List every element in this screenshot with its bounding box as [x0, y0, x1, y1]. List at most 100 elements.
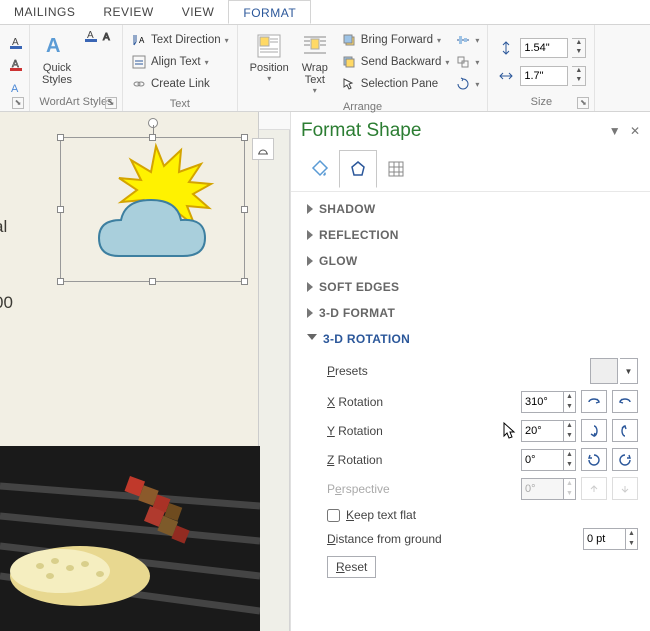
bring-forward-button[interactable]: Bring Forward ▾ — [341, 30, 450, 50]
keep-text-flat-checkbox[interactable] — [327, 509, 340, 522]
keep-text-flat-label: Keep text flat — [346, 508, 416, 522]
x-rotation-spinner[interactable]: ▲▼ — [563, 392, 575, 412]
text-direction-button[interactable]: AText Direction▾ — [131, 30, 229, 50]
group-size-label: Size — [531, 96, 552, 108]
create-link-button[interactable]: Create Link — [131, 74, 229, 94]
text-fill-small-icon[interactable]: A — [84, 30, 98, 47]
align-text-button[interactable]: Align Text▾ — [131, 52, 229, 72]
soft-edges-label: SOFT EDGES — [319, 280, 399, 294]
rotate-objects-button[interactable]: ▾ — [455, 74, 479, 94]
svg-text:A: A — [87, 30, 94, 41]
shadow-label: SHADOW — [319, 202, 375, 216]
size-expand-icon[interactable]: ⬊ — [577, 97, 589, 109]
z-rotation-spinner[interactable]: ▲▼ — [563, 450, 575, 470]
text-effects-button[interactable]: A — [8, 78, 24, 98]
group-wordart-styles-label: WordArt Styles — [39, 96, 112, 108]
tab-mailings[interactable]: MAILINGS — [0, 0, 89, 24]
layout-options-button[interactable] — [252, 138, 274, 160]
text-outline-small-icon[interactable]: A — [100, 30, 114, 47]
y-rotation-label: Y Rotation — [327, 424, 516, 438]
format-shape-pane: Format Shape ▼ ✕ SHADOW REFLECTION GLOW … — [290, 112, 650, 631]
pane-close-button[interactable]: ✕ — [630, 124, 640, 138]
tab-view[interactable]: VIEW — [168, 0, 229, 24]
ribbon: A A A ⬊ A Quick Styles A A WordArt Style… — [0, 25, 650, 112]
group-wordart-label: ⬊ — [6, 106, 23, 111]
send-backward-label: Send Backward — [361, 56, 442, 68]
z-rotate-cw-button[interactable] — [612, 448, 638, 471]
perspective-input — [522, 479, 563, 499]
document-image — [0, 446, 260, 631]
height-icon — [496, 39, 516, 57]
tab-review[interactable]: REVIEW — [89, 0, 167, 24]
wrap-text-label: Wrap Text — [302, 62, 328, 86]
selection-pane-button[interactable]: Selection Pane — [341, 74, 450, 94]
svg-text:A: A — [12, 59, 19, 70]
z-rotate-ccw-button[interactable] — [581, 448, 607, 471]
quick-styles-label: Quick Styles — [42, 62, 72, 86]
section-soft-edges[interactable]: SOFT EDGES — [307, 280, 644, 294]
y-rotate-up-button[interactable] — [581, 419, 607, 442]
3d-format-label: 3-D FORMAT — [319, 306, 395, 320]
document-canvas[interactable]: 5 6 7 r al 00 — [0, 112, 290, 631]
width-spinner[interactable]: ▲▼ — [572, 66, 586, 86]
distance-label: Distance from ground — [327, 532, 578, 546]
quick-styles-button[interactable]: A Quick Styles — [36, 28, 78, 90]
width-icon — [496, 67, 516, 85]
sun-cloud-icon — [61, 138, 246, 283]
perspective-down-button — [612, 477, 638, 500]
distance-spinner[interactable]: ▲▼ — [625, 529, 637, 549]
tab-format[interactable]: FORMAT — [228, 0, 311, 24]
selection-pane-label: Selection Pane — [361, 78, 438, 90]
section-reflection[interactable]: REFLECTION — [307, 228, 644, 242]
svg-text:A: A — [11, 83, 19, 95]
x-rotation-label: X Rotation — [327, 395, 516, 409]
distance-input[interactable] — [584, 529, 625, 549]
section-glow[interactable]: GLOW — [307, 254, 644, 268]
z-rotation-label: Z Rotation — [327, 453, 516, 467]
svg-text:A: A — [12, 37, 19, 48]
z-rotation-input[interactable] — [522, 450, 563, 470]
perspective-label: Perspective — [327, 482, 516, 496]
height-spinner[interactable]: ▲▼ — [572, 38, 586, 58]
fill-line-tab[interactable] — [301, 150, 339, 188]
wordart-expand-icon[interactable]: ⬊ — [12, 97, 24, 109]
section-shadow[interactable]: SHADOW — [307, 202, 644, 216]
presets-dropdown[interactable]: ▼ — [620, 358, 638, 384]
svg-text:A: A — [139, 36, 145, 45]
y-rotation-input[interactable] — [522, 421, 563, 441]
pane-options-button[interactable]: ▼ — [609, 124, 621, 138]
shape-height-input[interactable] — [520, 38, 568, 58]
presets-label: PPresetsresets — [327, 364, 585, 378]
send-backward-button[interactable]: Send Backward ▾ — [341, 52, 450, 72]
reset-button[interactable]: Reset — [327, 556, 376, 578]
group-text-label: Text — [129, 96, 231, 113]
position-button[interactable]: Position▾ — [244, 28, 295, 87]
document-text: r al 00 — [0, 167, 13, 331]
group-objects-button[interactable]: ▾ — [455, 52, 479, 72]
effects-tab[interactable] — [339, 150, 377, 188]
shape-width-input[interactable] — [520, 66, 568, 86]
y-rotate-down-button[interactable] — [612, 419, 638, 442]
reflection-label: REFLECTION — [319, 228, 399, 242]
create-link-label: Create Link — [151, 78, 210, 90]
x-rotation-input[interactable] — [522, 392, 563, 412]
svg-text:A: A — [46, 35, 60, 57]
section-3d-format[interactable]: 3-D FORMAT — [307, 306, 644, 320]
bring-forward-label: Bring Forward — [361, 34, 433, 46]
perspective-spinner: ▲▼ — [563, 479, 575, 499]
pane-title: Format Shape — [301, 120, 421, 142]
y-rotation-spinner[interactable]: ▲▼ — [563, 421, 575, 441]
size-properties-tab[interactable] — [377, 150, 415, 188]
align-objects-button[interactable]: ▾ — [455, 30, 479, 50]
selected-shape[interactable] — [60, 137, 245, 282]
presets-preview — [590, 358, 618, 384]
text-direction-label: Text Direction — [151, 34, 221, 46]
x-rotate-right-button[interactable] — [612, 390, 638, 413]
x-rotate-left-button[interactable] — [581, 390, 607, 413]
wrap-text-button[interactable]: Wrap Text▾ — [295, 28, 335, 99]
text-fill-button[interactable]: A — [8, 34, 24, 54]
ribbon-tabs: MAILINGS REVIEW VIEW FORMAT — [0, 0, 650, 25]
wordart-styles-expand-icon[interactable]: ⬊ — [105, 97, 117, 109]
text-outline-button[interactable]: A — [8, 56, 24, 76]
section-3d-rotation[interactable]: 3-D ROTATION — [307, 332, 644, 346]
